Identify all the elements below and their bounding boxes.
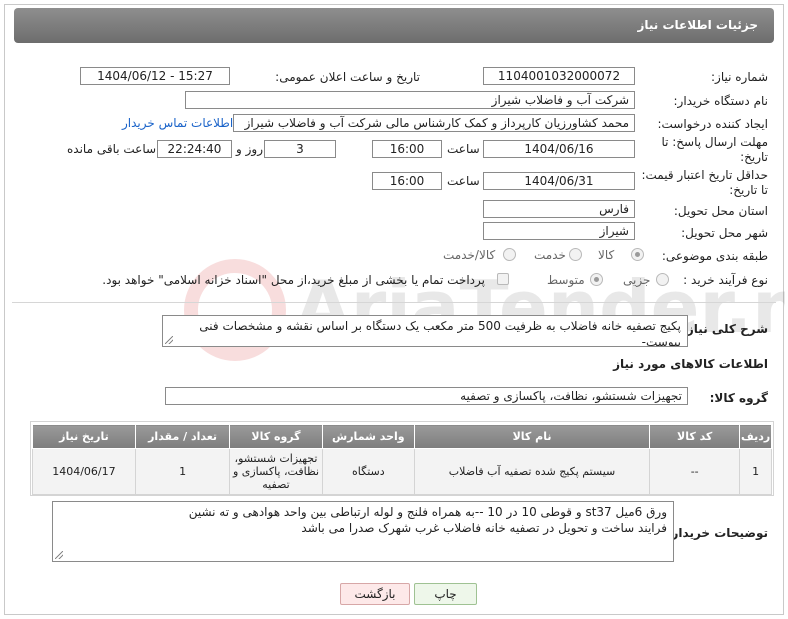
creator-field: محمد کشاورزیان کارپرداز و کمک کارشناس ما… <box>233 114 635 132</box>
back-button[interactable]: بازگشت <box>340 583 410 605</box>
buyer-notes-textarea[interactable]: ورق 6میل st37 و قوطی 10 در 10 --به همراه… <box>52 501 674 562</box>
cell-qty: 1 <box>134 448 231 495</box>
buyer-notes-label: توضیحات خریدار: <box>666 526 768 540</box>
cell-row: 1 <box>739 448 772 495</box>
remaining-label: ساعت باقی مانده <box>67 142 157 156</box>
cell-unit: دستگاه <box>321 448 416 495</box>
creator-label: ایجاد کننده درخواست: <box>657 117 768 131</box>
deadline-time-field: 16:00 <box>372 140 442 158</box>
table-row: 1 -- سیستم پکیج شده تصفیه آب فاضلاب دستگ… <box>32 448 772 495</box>
validity-time-field: 16:00 <box>372 172 442 190</box>
need-number-label: شماره نیاز: <box>711 70 768 84</box>
goods-section-title: اطلاعات کالاهای مورد نیاز <box>613 357 768 371</box>
col-group: گروه کالا <box>229 424 323 449</box>
cell-name: سیستم پکیج شده تصفیه آب فاضلاب <box>413 448 651 495</box>
deadline-label-2: تاریخ: <box>740 150 768 164</box>
process-label: نوع فرآیند خرید : <box>683 273 768 287</box>
province-field: فارس <box>483 200 635 218</box>
deadline-date-field: 1404/06/16 <box>483 140 635 158</box>
days-label: روز و <box>236 142 263 156</box>
validity-label-2: تا تاریخ: <box>729 183 768 197</box>
cell-date: 1404/06/17 <box>32 448 136 495</box>
process-medium-radio[interactable] <box>590 273 603 286</box>
city-label: شهر محل تحویل: <box>681 226 768 240</box>
col-row: ردیف <box>739 424 772 449</box>
city-field: شیراز <box>483 222 635 240</box>
col-code: کد کالا <box>649 424 741 449</box>
need-number-field: 1104001032000072 <box>483 67 635 85</box>
resize-handle-icon[interactable] <box>165 336 173 344</box>
process-medium-label: متوسط <box>547 273 585 287</box>
buyer-label: نام دستگاه خریدار: <box>673 94 769 108</box>
province-label: استان محل تحویل: <box>673 204 768 218</box>
validity-label: حداقل تاریخ اعتبار قیمت: <box>641 168 768 182</box>
buyer-notes-line-1: ورق 6میل st37 و قوطی 10 در 10 --به همراه… <box>188 505 667 519</box>
category-goods-service-label: کالا/خدمت <box>443 248 496 262</box>
category-label: طبقه بندی موضوعی: <box>661 249 768 263</box>
col-name: نام کالا <box>413 424 651 449</box>
category-service-label: خدمت <box>534 248 566 262</box>
remaining-time-field: 22:24:40 <box>157 140 232 158</box>
validity-time-label: ساعت <box>447 174 480 188</box>
resize-handle-icon[interactable] <box>55 551 63 559</box>
goods-group-label: گروه کالا: <box>709 391 768 405</box>
category-goods-radio[interactable] <box>631 248 644 261</box>
col-qty: تعداد / مقدار <box>134 424 231 449</box>
print-button[interactable]: چاپ <box>414 583 477 605</box>
col-unit: واحد شمارش <box>321 424 416 449</box>
header-bar: جزئیات اطلاعات نیاز <box>14 8 774 43</box>
buyer-contact-link[interactable]: اطلاعات تماس خریدار <box>122 116 233 130</box>
goods-group-field: تجهیزات شستشو، نظافت، پاکسازی و تصفیه <box>165 387 688 405</box>
buyer-field: شرکت آب و فاضلاب شیراز <box>185 91 635 109</box>
treasury-payment-checkbox[interactable] <box>497 273 509 285</box>
announce-label: تاریخ و ساعت اعلان عمومی: <box>275 70 420 84</box>
days-remaining-field: 3 <box>264 140 336 158</box>
items-table: ردیف کد کالا نام کالا واحد شمارش گروه کا… <box>32 424 772 495</box>
cell-code: -- <box>649 448 741 495</box>
col-date: تاریخ نیاز <box>32 424 136 449</box>
cell-group: تجهیزات شستشو، نظافت، پاکسازی و تصفیه <box>229 448 323 495</box>
category-goods-service-radio[interactable] <box>503 248 516 261</box>
buyer-notes-line-2: فرایند ساخت و تحویل در تصفیه خانه فاضلاب… <box>301 521 667 535</box>
category-goods-label: کالا <box>598 248 615 262</box>
process-minor-label: جزیی <box>623 273 651 287</box>
treasury-payment-note: پرداخت تمام یا بخشی از مبلغ خرید،از محل … <box>102 273 485 287</box>
description-text: پکیج تصفیه خانه فاضلاب به ظرفیت 500 متر … <box>199 319 681 347</box>
description-label: شرح کلی نیاز: <box>682 322 768 336</box>
page-title: جزئیات اطلاعات نیاز <box>637 18 758 32</box>
description-textarea[interactable]: پکیج تصفیه خانه فاضلاب به ظرفیت 500 متر … <box>162 315 688 347</box>
process-minor-radio[interactable] <box>656 273 669 286</box>
deadline-label: مهلت ارسال پاسخ: تا <box>661 135 768 149</box>
divider <box>12 302 776 303</box>
validity-date-field: 1404/06/31 <box>483 172 635 190</box>
deadline-time-label: ساعت <box>447 142 480 156</box>
category-service-radio[interactable] <box>569 248 582 261</box>
announce-datetime-field: 1404/06/12 - 15:27 <box>80 67 230 85</box>
